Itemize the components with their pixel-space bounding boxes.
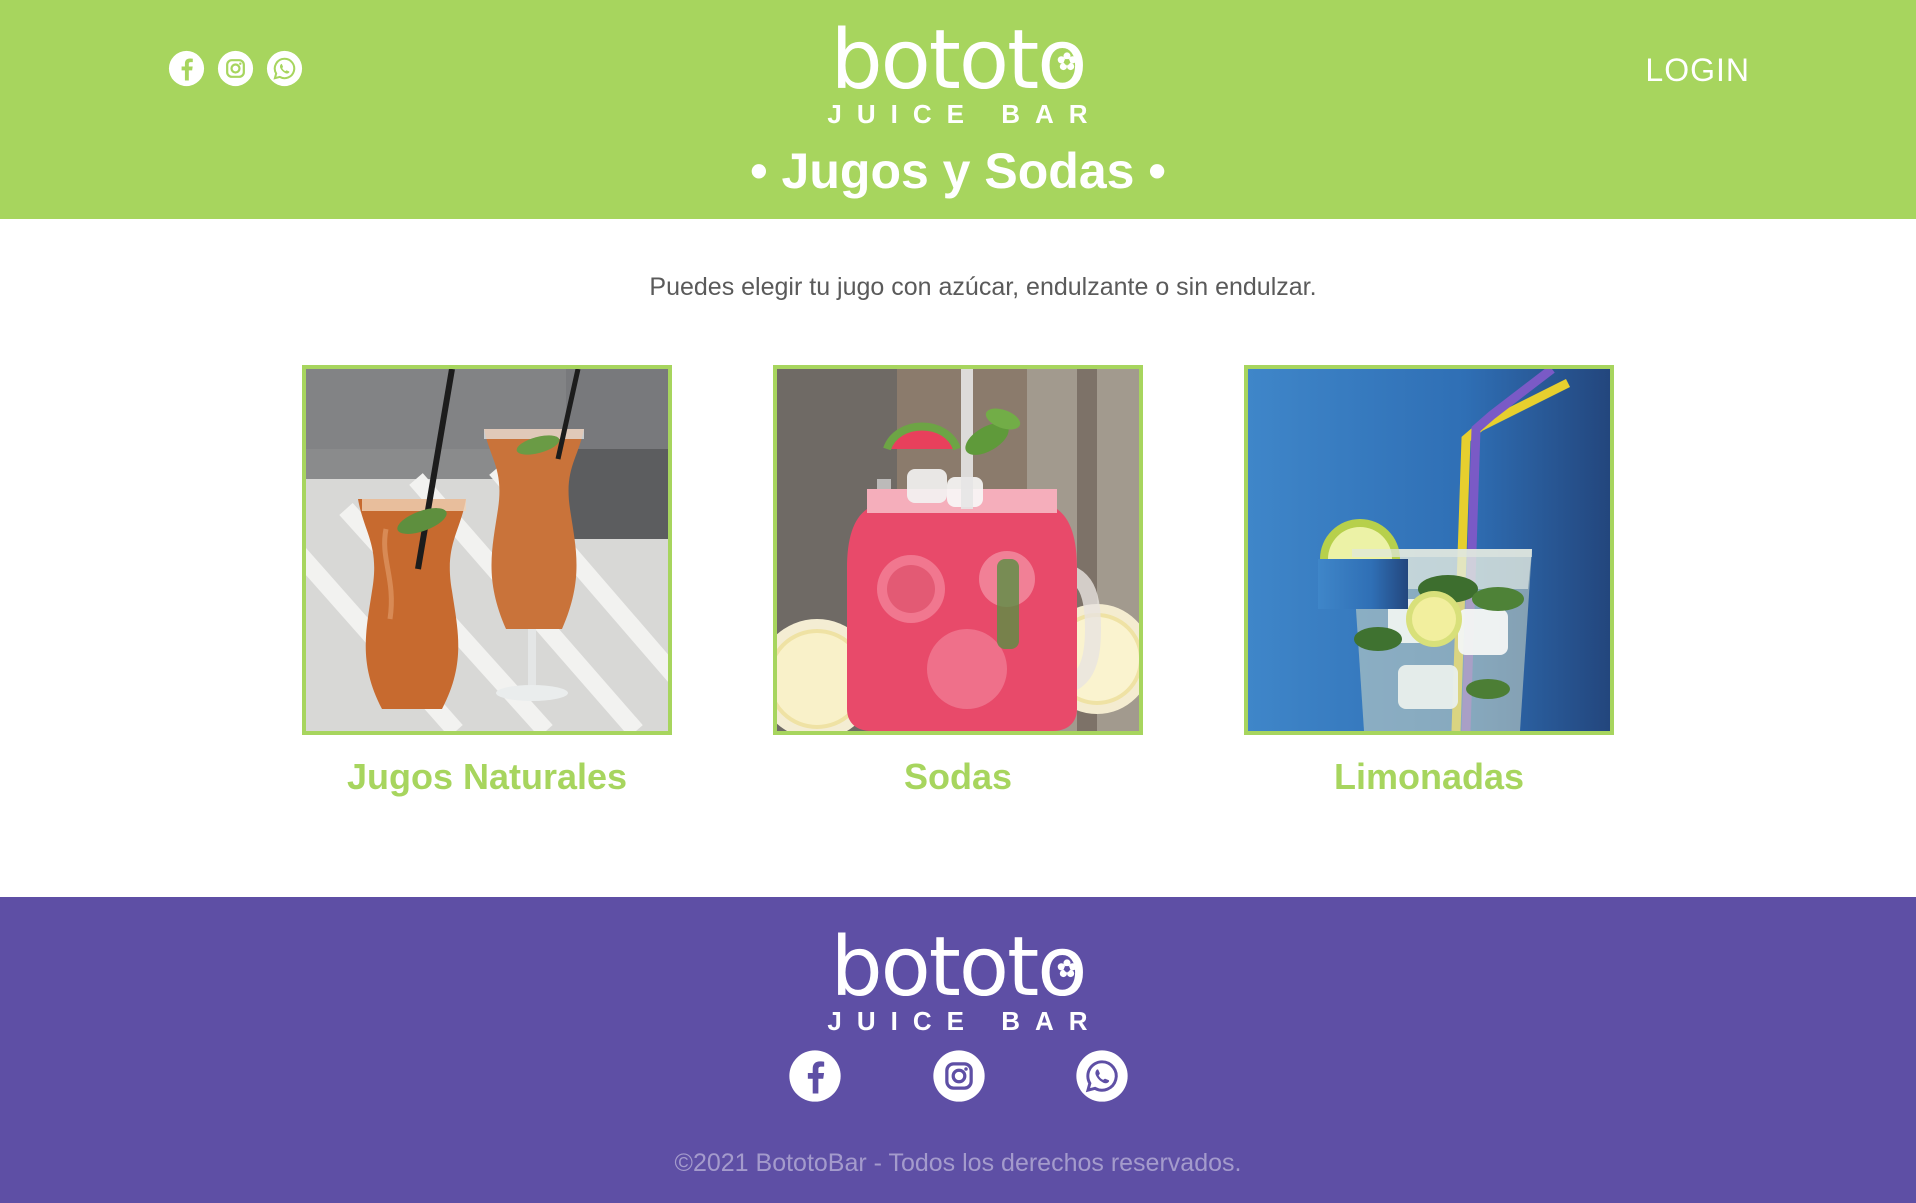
category-card-jugos-naturales[interactable]: Jugos Naturales [302, 365, 672, 799]
product-categories: Jugos Naturales Sodas Limonadas [0, 365, 1916, 805]
facebook-icon[interactable] [788, 1049, 842, 1103]
instagram-icon[interactable] [217, 50, 254, 87]
instagram-icon[interactable] [932, 1049, 986, 1103]
facebook-icon[interactable] [168, 50, 205, 87]
logo-word-text: bototo [830, 13, 1088, 108]
flower-icon [1058, 959, 1077, 978]
login-link[interactable]: LOGIN [1640, 50, 1750, 90]
footer-social-links [0, 1049, 1916, 1105]
logo-wordmark: bototo [831, 20, 1088, 102]
header-logo[interactable]: bototo JUICE BAR [808, 20, 1108, 129]
category-image-frame [1244, 365, 1614, 735]
category-image-frame [773, 365, 1143, 735]
page-subtitle: Puedes elegir tu jugo con azúcar, endulz… [649, 273, 1317, 301]
category-image-frame [302, 365, 672, 735]
watermelon-soda-image [777, 369, 1139, 731]
category-label[interactable]: Sodas [773, 755, 1143, 799]
category-card-sodas[interactable]: Sodas [773, 365, 1143, 799]
category-card-limonadas[interactable]: Limonadas [1244, 365, 1614, 799]
whatsapp-icon[interactable] [1075, 1049, 1129, 1103]
category-label[interactable]: Jugos Naturales [302, 755, 672, 799]
lemonade-image [1248, 369, 1610, 731]
page-title: • Jugos y Sodas • [750, 143, 1166, 199]
orange-juice-image [306, 369, 668, 731]
header-social-links [168, 50, 303, 87]
whatsapp-icon[interactable] [266, 50, 303, 87]
site-header: bototo JUICE BAR LOGIN • Jugos y Sodas • [0, 0, 1916, 219]
footer-logo[interactable]: bototo JUICE BAR [808, 927, 1108, 1036]
flower-icon [1058, 52, 1077, 71]
logo-word-text: bototo [830, 920, 1088, 1015]
site-footer: bototo JUICE BAR ©2021 BototoBar - Todos… [0, 897, 1916, 1203]
logo-wordmark: bototo [831, 927, 1088, 1009]
copyright-text: ©2021 BototoBar - Todos los derechos res… [674, 1149, 1242, 1177]
category-label[interactable]: Limonadas [1244, 755, 1614, 799]
